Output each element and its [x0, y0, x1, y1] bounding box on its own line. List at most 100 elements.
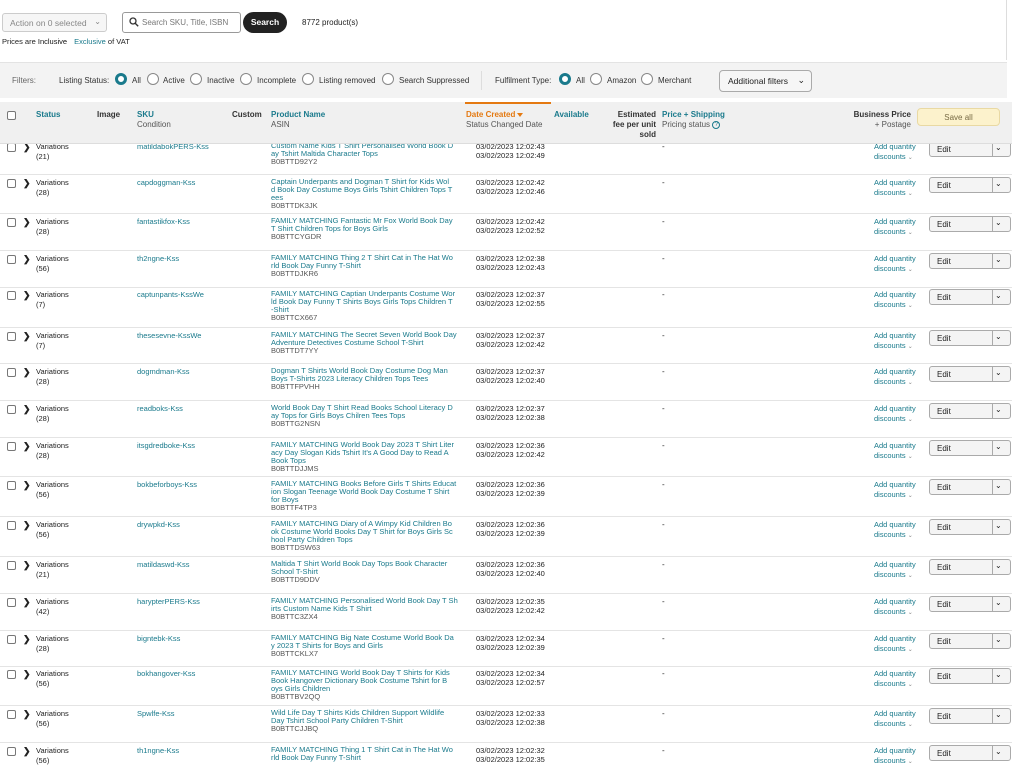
edit-button[interactable]: Edit	[937, 334, 951, 343]
product-name-link[interactable]: FAMILY MATCHING Thing 1 T Shirt Cat in T…	[271, 745, 453, 762]
product-name-link[interactable]: FAMILY MATCHING Big Nate Costume World B…	[271, 633, 454, 650]
save-all-button[interactable]: Save all	[917, 108, 1000, 126]
row-checkbox[interactable]	[7, 179, 16, 188]
chevron-down-icon[interactable]: ⌄	[995, 561, 1002, 570]
row-checkbox[interactable]	[7, 635, 16, 644]
expand-chevron-icon[interactable]: ❯	[23, 560, 31, 571]
chevron-down-icon[interactable]: ⌄	[995, 368, 1002, 377]
edit-split-button[interactable]: Edit ⌄	[929, 519, 1011, 535]
expand-chevron-icon[interactable]: ❯	[23, 669, 31, 680]
listing-status-option-incomplete[interactable]: Incomplete	[257, 76, 296, 85]
product-name-link[interactable]: FAMILY MATCHING World Book Day T Shirts …	[271, 668, 450, 693]
header-product-name[interactable]: Product Name ASIN	[271, 110, 325, 130]
search-box[interactable]	[122, 12, 241, 33]
chevron-down-icon[interactable]: ⌄	[995, 218, 1002, 227]
fulfilment-option-all[interactable]: All	[576, 76, 585, 85]
sku-link[interactable]: matildabokPERS-Kss	[137, 144, 209, 151]
chevron-down-icon[interactable]: ⌄	[995, 144, 1002, 152]
row-checkbox[interactable]	[7, 561, 16, 570]
listing-status-radio-suppressed[interactable]	[382, 73, 394, 85]
add-quantity-discounts-link[interactable]: Add quantity discounts ⌄	[874, 634, 926, 655]
product-name-link[interactable]: FAMILY MATCHING Thing 2 T Shirt Cat in T…	[271, 253, 453, 270]
edit-split-button[interactable]: Edit ⌄	[929, 668, 1011, 684]
fulfilment-option-merchant[interactable]: Merchant	[658, 76, 691, 85]
expand-chevron-icon[interactable]: ❯	[23, 290, 31, 301]
edit-button[interactable]: Edit	[937, 672, 951, 681]
add-quantity-discounts-link[interactable]: Add quantity discounts ⌄	[874, 709, 926, 730]
header-status[interactable]: Status	[36, 110, 60, 120]
sku-link[interactable]: readboks-Kss	[137, 404, 183, 413]
additional-filters-dropdown[interactable]: Additional filters ⌄	[719, 70, 812, 92]
listing-status-option-all[interactable]: All	[132, 76, 141, 85]
edit-button[interactable]: Edit	[937, 600, 951, 609]
add-quantity-discounts-link[interactable]: Add quantity discounts ⌄	[874, 597, 926, 618]
expand-chevron-icon[interactable]: ❯	[23, 331, 31, 342]
edit-button[interactable]: Edit	[937, 145, 951, 154]
add-quantity-discounts-link[interactable]: Add quantity discounts ⌄	[874, 290, 926, 311]
expand-chevron-icon[interactable]: ❯	[23, 746, 31, 757]
sku-link[interactable]: harypterPERS-Kss	[137, 597, 200, 606]
sku-link[interactable]: thesesevne-KssWe	[137, 331, 201, 340]
edit-button[interactable]: Edit	[937, 181, 951, 190]
edit-split-button[interactable]: Edit ⌄	[929, 633, 1011, 649]
add-quantity-discounts-link[interactable]: Add quantity discounts ⌄	[874, 254, 926, 275]
edit-button[interactable]: Edit	[937, 220, 951, 229]
row-checkbox[interactable]	[7, 747, 16, 756]
row-checkbox[interactable]	[7, 368, 16, 377]
product-name-link[interactable]: Dogman T Shirts World Book Day Costume D…	[271, 366, 448, 383]
product-name-link[interactable]: FAMILY MATCHING The Secret Seven World B…	[271, 330, 457, 347]
header-date-created[interactable]: Date Created Status Changed Date	[466, 110, 543, 130]
row-checkbox[interactable]	[7, 521, 16, 530]
listing-status-radio-inactive[interactable]	[190, 73, 202, 85]
row-checkbox[interactable]	[7, 218, 16, 227]
product-name-link[interactable]: FAMILY MATCHING Fantastic Mr Fox World B…	[271, 216, 453, 233]
fulfilment-radio-merchant[interactable]	[641, 73, 653, 85]
edit-button[interactable]: Edit	[937, 749, 951, 758]
chevron-down-icon[interactable]: ⌄	[995, 291, 1002, 300]
product-name-link[interactable]: FAMILY MATCHING World Book Day 2023 T Sh…	[271, 440, 454, 465]
edit-split-button[interactable]: Edit ⌄	[929, 289, 1011, 305]
edit-split-button[interactable]: Edit ⌄	[929, 708, 1011, 724]
listing-status-option-inactive[interactable]: Inactive	[207, 76, 235, 85]
edit-split-button[interactable]: Edit ⌄	[929, 253, 1011, 269]
edit-split-button[interactable]: Edit ⌄	[929, 559, 1011, 575]
add-quantity-discounts-link[interactable]: Add quantity discounts ⌄	[874, 404, 926, 425]
expand-chevron-icon[interactable]: ❯	[23, 634, 31, 645]
expand-chevron-icon[interactable]: ❯	[23, 480, 31, 491]
row-checkbox[interactable]	[7, 670, 16, 679]
edit-split-button[interactable]: Edit ⌄	[929, 479, 1011, 495]
chevron-down-icon[interactable]: ⌄	[995, 598, 1002, 607]
edit-split-button[interactable]: Edit ⌄	[929, 216, 1011, 232]
chevron-down-icon[interactable]: ⌄	[995, 635, 1002, 644]
product-name-link[interactable]: FAMILY MATCHING Captian Underpants Costu…	[271, 289, 455, 314]
product-name-link[interactable]: FAMILY MATCHING Books Before Girls T Shi…	[271, 479, 456, 504]
expand-chevron-icon[interactable]: ❯	[23, 144, 31, 153]
edit-split-button[interactable]: Edit ⌄	[929, 440, 1011, 456]
row-checkbox[interactable]	[7, 291, 16, 300]
header-sku[interactable]: SKU Condition	[137, 110, 171, 130]
expand-chevron-icon[interactable]: ❯	[23, 597, 31, 608]
chevron-down-icon[interactable]: ⌄	[995, 481, 1002, 490]
header-price-shipping[interactable]: Price + Shipping Pricing status ?	[662, 110, 725, 130]
sku-link[interactable]: th2ngne-Kss	[137, 254, 179, 263]
info-icon[interactable]: ?	[712, 120, 721, 129]
listing-status-option-active[interactable]: Active	[163, 76, 185, 85]
sku-link[interactable]: itsgdredboke-Kss	[137, 441, 195, 450]
search-button[interactable]: Search	[243, 12, 287, 33]
add-quantity-discounts-link[interactable]: Add quantity discounts ⌄	[874, 217, 926, 238]
chevron-down-icon[interactable]: ⌄	[995, 670, 1002, 679]
product-name-link[interactable]: FAMILY MATCHING Diary of A Wimpy Kid Chi…	[271, 519, 453, 544]
edit-button[interactable]: Edit	[937, 370, 951, 379]
chevron-down-icon[interactable]: ⌄	[995, 332, 1002, 341]
sku-link[interactable]: bokbeforboys-Kss	[137, 480, 197, 489]
edit-button[interactable]: Edit	[937, 407, 951, 416]
expand-chevron-icon[interactable]: ❯	[23, 441, 31, 452]
sku-link[interactable]: fantastikfox-Kss	[137, 217, 190, 226]
expand-chevron-icon[interactable]: ❯	[23, 178, 31, 189]
product-name-link[interactable]: Maltida T Shirt World Book Day Tops Book…	[271, 559, 447, 576]
chevron-down-icon[interactable]: ⌄	[995, 521, 1002, 530]
sku-link[interactable]: capdoggman-Kss	[137, 178, 195, 187]
listing-status-option-removed[interactable]: Listing removed	[319, 76, 375, 85]
edit-button[interactable]: Edit	[937, 637, 951, 646]
sku-link[interactable]: bokhangover-Kss	[137, 669, 195, 678]
